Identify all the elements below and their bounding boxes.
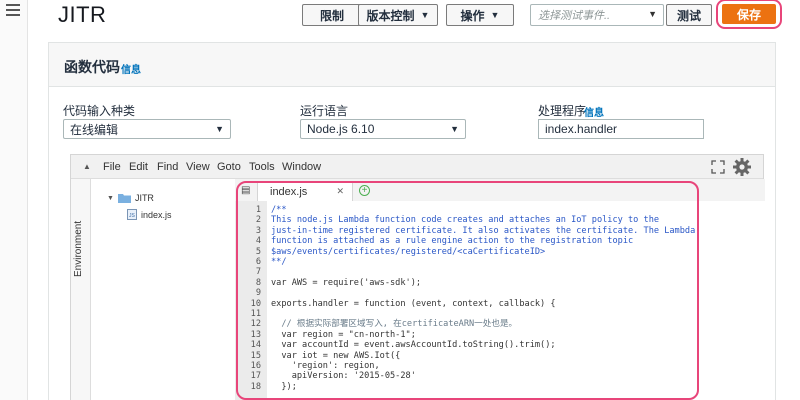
actions-button[interactable]: 操作 ▼	[446, 4, 514, 26]
line-number: 5	[255, 246, 261, 257]
code-text: var accountId = event.awsAccountId.toStr…	[271, 340, 556, 351]
chevron-down-icon: ▼	[420, 10, 430, 20]
code-pane[interactable]: 1 /** 2 This node.js Lambda function code c…	[235, 201, 765, 400]
chevron-down-icon: ▼	[215, 124, 224, 134]
version-label: 版本控制	[366, 8, 415, 23]
save-highlight: 保存	[716, 0, 782, 29]
code-text: /**	[271, 205, 287, 215]
environment-tab[interactable]: Environment	[71, 179, 91, 400]
close-icon[interactable]: ✕	[336, 186, 344, 197]
code-text: just-in-time registered certificate. It …	[271, 225, 696, 236]
folder-name: JITR	[134, 193, 154, 203]
collapse-triangle-icon[interactable]: ▲	[83, 162, 91, 171]
test-event-placeholder: 选择测试事件..	[538, 10, 611, 22]
panel-title: 函数代码	[64, 59, 120, 75]
menu-edit[interactable]: Edit	[129, 161, 148, 173]
code-entry-label: 代码输入种类	[63, 104, 136, 118]
code-text: 'region': region,	[271, 361, 380, 371]
runtime-label: 运行语言	[300, 104, 349, 118]
throttle-label: 限制	[319, 8, 344, 23]
test-button[interactable]: 测试	[666, 4, 712, 26]
file-tree: ▼ JITR JS index.js	[91, 179, 235, 400]
throttle-button[interactable]: 限制	[302, 4, 362, 26]
panel-info-link[interactable]: 信息	[121, 61, 141, 76]
line-number: 14	[250, 340, 261, 351]
fullscreen-icon[interactable]	[711, 160, 725, 174]
chevron-down-icon: ▼	[490, 10, 500, 20]
code-text: var region = "cn-north-1";	[271, 329, 416, 340]
code-text: function is attached as a rule engine ac…	[271, 236, 634, 247]
line-number: 16	[250, 361, 261, 371]
code-text: **/	[271, 257, 287, 267]
runtime-value: Node.js 6.10	[307, 122, 375, 136]
line-number: 15	[250, 350, 261, 361]
menu-goto[interactable]: Goto	[217, 161, 241, 173]
handler-info-link[interactable]: 信息	[584, 104, 604, 119]
line-number: 2	[255, 215, 261, 226]
line-number: 6	[255, 257, 261, 267]
handler-input[interactable]: index.handler	[538, 119, 704, 139]
line-number: 18	[250, 381, 261, 392]
code-text: });	[271, 381, 297, 392]
actions-label: 操作	[460, 8, 485, 23]
line-number: 3	[255, 225, 261, 236]
version-button[interactable]: 版本控制 ▼	[358, 4, 438, 26]
svg-text:JS: JS	[129, 213, 136, 219]
tree-file[interactable]: JS index.js	[127, 209, 172, 220]
line-number: 12	[250, 319, 261, 330]
chevron-down-icon: ▼	[450, 124, 459, 134]
line-number: 13	[250, 329, 261, 340]
file-name: index.js	[141, 209, 172, 220]
add-tab-icon[interactable]: +	[359, 185, 370, 196]
code-entry-select[interactable]: 在线编辑 ▼	[63, 119, 231, 139]
save-button[interactable]: 保存	[722, 4, 776, 24]
ide-menubar: ▲ File Edit Find View Goto Tools Window	[71, 155, 763, 179]
tab-menu-icon[interactable]: ▤	[241, 185, 250, 196]
menu-view[interactable]: View	[186, 161, 210, 173]
gear-icon[interactable]	[732, 157, 752, 177]
file-tab-index-js[interactable]: index.js ✕	[257, 181, 353, 201]
handler-label: 处理程序	[538, 104, 587, 118]
code-text: exports.handler = function (event, conte…	[271, 298, 556, 309]
function-title: JITR	[58, 2, 107, 27]
test-event-select[interactable]: 选择测试事件.. ▼	[530, 4, 664, 26]
file-tab-label: index.js	[270, 185, 308, 198]
runtime-select[interactable]: Node.js 6.10 ▼	[300, 119, 466, 139]
tree-folder[interactable]: ▼ JITR	[107, 193, 154, 203]
hamburger-menu-icon[interactable]	[6, 4, 20, 16]
js-file-icon: JS	[127, 209, 137, 220]
folder-icon	[117, 194, 131, 203]
line-number: 9	[255, 288, 261, 299]
line-number: 17	[250, 371, 261, 382]
menu-file[interactable]: File	[103, 161, 121, 173]
code-text: var iot = new AWS.Iot({	[271, 350, 401, 361]
code-text: apiVersion: '2015-05-28'	[271, 371, 416, 382]
code-text: This node.js Lambda function code create…	[271, 215, 660, 226]
menu-window[interactable]: Window	[282, 161, 321, 173]
menu-tools[interactable]: Tools	[249, 161, 275, 173]
code-entry-value: 在线编辑	[70, 122, 119, 137]
panel-header: 函数代码 信息	[49, 43, 775, 87]
line-number: 7	[255, 267, 261, 278]
handler-value: index.handler	[545, 122, 618, 136]
test-label: 测试	[676, 8, 701, 23]
environment-label: Environment	[73, 220, 84, 277]
code-text: $aws/events/certificates/registered/<caC…	[271, 246, 546, 257]
line-number: 11	[250, 309, 261, 319]
left-rail	[0, 0, 28, 400]
line-number: 8	[255, 277, 261, 288]
code-text: var AWS = require('aws-sdk');	[271, 277, 422, 288]
line-number: 4	[255, 236, 261, 247]
expand-triangle-icon: ▼	[107, 194, 114, 202]
menu-find[interactable]: Find	[157, 161, 178, 173]
code-text: // 根据实际部署区域写入, 在certificateARN一处也是。	[271, 319, 518, 330]
line-number: 10	[250, 298, 261, 309]
code-editor-ide: ▲ File Edit Find View Goto Tools Window …	[70, 154, 765, 400]
editor-area: ▤ index.js ✕ + 1 /** 2 This node.js Lambda …	[235, 179, 765, 400]
chevron-down-icon: ▼	[648, 9, 657, 19]
line-number: 1	[255, 205, 261, 215]
